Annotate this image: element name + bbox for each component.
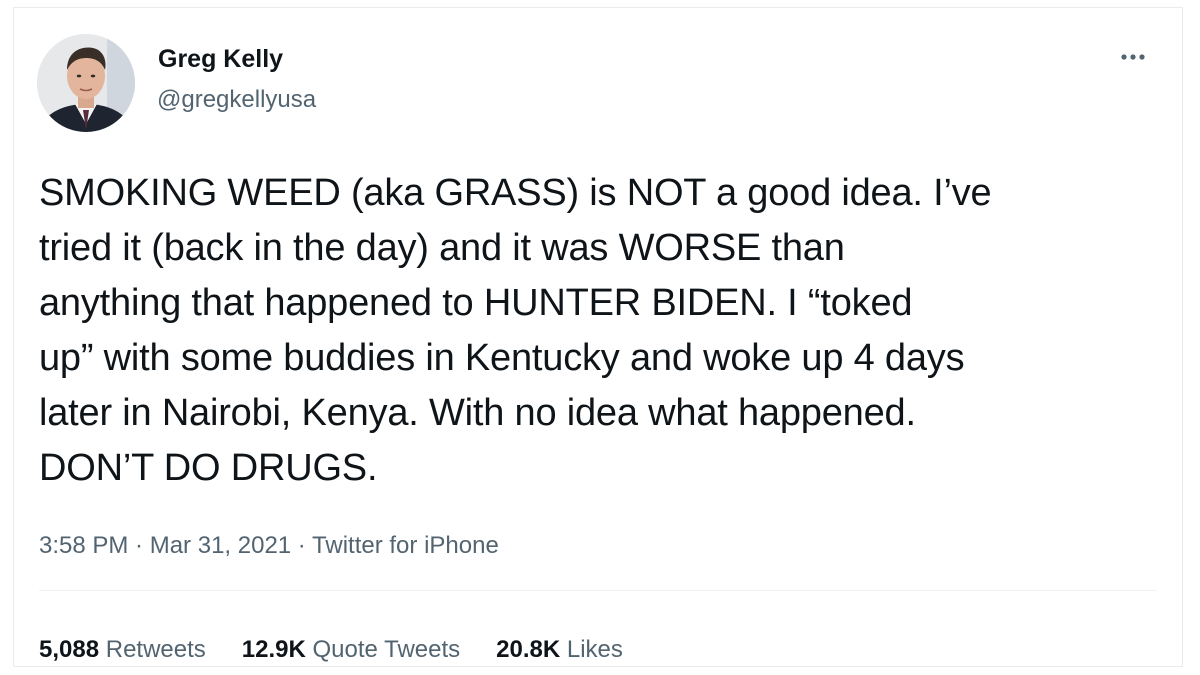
tweet-source[interactable]: Twitter for iPhone <box>312 532 499 559</box>
likes-stat[interactable]: 20.8K Likes <box>496 638 623 662</box>
retweets-stat[interactable]: 5,088 Retweets <box>39 638 206 662</box>
meta-separator: · <box>128 532 150 559</box>
author-display-name[interactable]: Greg Kelly <box>158 47 283 72</box>
quote-tweets-count: 12.9K <box>241 636 306 663</box>
author-handle[interactable]: @gregkellyusa <box>157 88 316 112</box>
retweets-label: Retweets <box>105 636 206 663</box>
meta-separator: · <box>291 532 313 559</box>
likes-count: 20.8K <box>496 636 561 663</box>
tweet-text: SMOKING WEED (aka GRASS) is NOT a good i… <box>39 172 992 489</box>
likes-label: Likes <box>566 636 623 663</box>
tweet-date[interactable]: Mar 31, 2021 <box>150 532 291 559</box>
retweets-count: 5,088 <box>39 636 100 663</box>
engagement-stats: 5,088 Retweets 12.9K Quote Tweets 20.8K … <box>39 638 659 662</box>
avatar-portrait-icon <box>37 34 135 132</box>
quote-tweets-stat[interactable]: 12.9K Quote Tweets <box>242 638 460 662</box>
tweet-time[interactable]: 3:58 PM <box>39 532 128 559</box>
tweet-card: Greg Kelly @gregkellyusa SMOKING WEED (a… <box>13 7 1183 667</box>
tweet-meta: 3:58 PM · Mar 31, 2021 · Twitter for iPh… <box>39 534 499 558</box>
quote-tweets-label: Quote Tweets <box>312 636 461 663</box>
avatar[interactable] <box>37 34 135 132</box>
divider <box>39 590 1157 591</box>
more-options-icon[interactable] <box>1120 50 1146 64</box>
